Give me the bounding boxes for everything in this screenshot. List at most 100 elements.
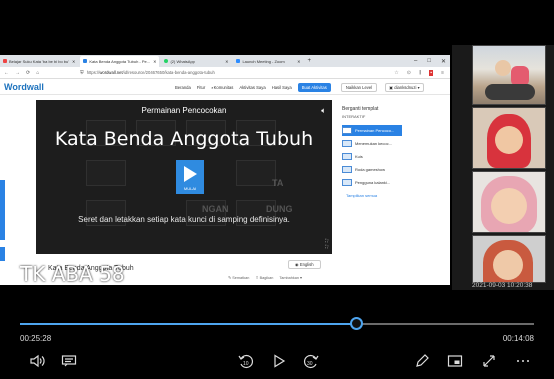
skip-forward-icon[interactable]: 30 [302,352,320,370]
back-icon[interactable]: ← [4,70,9,76]
close-icon[interactable]: ✕ [297,59,300,64]
nav-my-activities[interactable]: Aktivitas Saya [239,85,265,90]
participant-figure [495,60,511,76]
close-icon[interactable]: ✕ [225,59,228,64]
tab-favicon-icon [164,59,169,63]
side-tab[interactable] [0,180,5,240]
template-option[interactable]: Menemukan kecoc... [342,138,442,149]
browser-tab[interactable]: Belajar Suku Kata 'ba be bi bo bu' ✕ [0,56,78,67]
template-option[interactable]: Pengguna kalanki... [342,177,442,188]
url-field[interactable]: https://wordwall.net/id/resource/2046765… [87,70,215,75]
embed-link[interactable]: ✎ Sematkan [228,275,249,280]
shield-icon: ⛨ [80,69,84,76]
background-word: NGAN [202,204,229,214]
template-thumbnail-icon [342,140,352,147]
skip-back-icon[interactable]: 10 [237,352,255,370]
nav-community[interactable]: ⌕Komunitas [211,85,233,90]
template-label: Roda gameshow [355,167,386,172]
side-tab[interactable] [0,247,5,261]
participant-face [493,250,523,280]
home-icon[interactable]: ⌂ [36,70,39,76]
activity-subtitle: Permainan Pencocokan [141,106,227,115]
captions-icon[interactable] [60,352,78,370]
grid-cell [86,160,126,186]
user-menu[interactable]: ▣ dianksdnuzi ▾ [385,82,424,92]
nav-community-label: Komunitas [213,84,234,90]
nav-features[interactable]: Fitur [197,85,205,90]
activity-title: Kata Benda Anggota Tubuh [54,128,314,150]
participant-figure [511,66,529,86]
participant-video[interactable] [472,235,546,283]
activity-actions: ✎ Sematkan ⇪ Bagikan Tambahkan ▾ [228,275,302,280]
bookmark-star-icon[interactable]: ☆ [394,70,398,76]
template-thumbnail-icon [342,179,352,186]
upgrade-button[interactable]: Naikkan Level [340,82,378,92]
skip-back-label: 10 [243,361,249,367]
template-label: Menemukan kecoc... [355,141,392,146]
tab-bar: Belajar Suku Kata 'ba be bi bo bu' ✕ Kata… [0,55,450,67]
participant-face [495,126,523,154]
browser-window: Belajar Suku Kata 'ba be bi bo bu' ✕ Kata… [0,55,450,285]
create-activity-button[interactable]: Buat Aktivitas [297,82,331,92]
video-timestamp: 2021-09-03 10:20:38 [472,282,533,289]
template-thumbnail-icon [342,166,352,173]
template-panel-title: Berganti templat [342,106,379,112]
fullscreen-icon[interactable]: ⛶ ⛶ [325,238,328,250]
maximize-icon[interactable]: □ [427,58,431,64]
pen-icon[interactable] [413,352,431,370]
nav-my-results[interactable]: Hasil Saya [272,85,292,90]
reload-icon[interactable]: ⟳ [26,70,30,76]
add-label: Tambahkan [279,276,299,280]
template-thumbnail-icon [342,127,352,134]
add-link[interactable]: Tambahkan ▾ [279,275,302,280]
template-label: Pengguna kalanki... [355,180,391,185]
more-options-icon[interactable] [514,352,532,370]
browser-tab[interactable]: Launch Meeting - Zoom ✕ [233,56,303,67]
show-all-link[interactable]: Tampilkan semua [338,190,442,198]
address-bar: ← → ⟳ ⌂ ⛨ https://wordwall.net/id/resour… [0,67,450,79]
new-tab-icon[interactable]: + [307,58,311,64]
close-window-icon[interactable]: ✕ [441,58,446,65]
template-option[interactable]: Roda gameshow [342,164,442,175]
seek-thumb[interactable] [349,317,363,330]
nav-buttons: ← → ⟳ ⌂ [0,70,80,76]
watermark-text: TK ABA 58 [20,262,125,286]
elapsed-time: 00:25:28 [20,334,52,343]
wordwall-logo[interactable]: Wordwall [0,82,175,92]
minimize-icon[interactable]: – [414,58,417,64]
play-icon[interactable] [270,352,288,370]
start-button[interactable]: MULAI [176,160,204,194]
menu-icon[interactable]: ≡ [441,70,444,76]
close-icon[interactable]: ✕ [72,59,75,64]
pdf-extension-icon[interactable]: ▪ [429,70,434,76]
share-link[interactable]: ⇪ Bagikan [255,275,273,280]
participant-video[interactable] [472,171,546,233]
embed-label: Sematkan [232,276,250,280]
forward-icon[interactable]: → [15,70,20,76]
participant-video[interactable] [472,107,546,169]
background-word: TA [272,178,284,188]
template-panel: Berganti templat INTERAKTIF Permainan Pe… [338,100,442,270]
tab-favicon-icon [3,59,7,63]
extensions-icon[interactable]: ⊙ [407,70,411,76]
template-option[interactable]: Permainan Pencoco... [342,125,402,136]
library-icon[interactable]: ⫼ [419,70,421,76]
speaker-icon[interactable]: 🔈︎ [321,106,326,116]
close-icon[interactable]: ✕ [153,59,156,64]
browser-tab-active[interactable]: Kata Benda Anggota Tubuh - Pe... ✕ [80,55,160,67]
wordwall-navbar: Wordwall Beranda Fitur ⌕Komunitas Aktivi… [0,80,450,95]
url-prefix: https:// [86,70,100,75]
volume-icon[interactable] [28,352,46,370]
participant-video[interactable] [472,45,546,105]
tab-label: Belajar Suku Kata 'ba be bi bo bu' [9,58,70,64]
activity-preview[interactable]: TA NGAN DUNG Permainan Pencocokan 🔈︎ Kat… [36,100,332,254]
mini-view-icon[interactable] [446,352,464,370]
browser-tab[interactable]: (2) WhatsApp ✕ [161,56,231,67]
participant-face [491,188,527,224]
language-button[interactable]: ◉ English [288,260,321,269]
tab-favicon-icon [236,59,241,63]
fullscreen-icon[interactable] [480,352,498,370]
nav-links: Beranda Fitur ⌕Komunitas Aktivitas Saya … [175,82,424,92]
nav-home[interactable]: Beranda [175,85,191,90]
template-option[interactable]: Kuis [342,151,442,162]
